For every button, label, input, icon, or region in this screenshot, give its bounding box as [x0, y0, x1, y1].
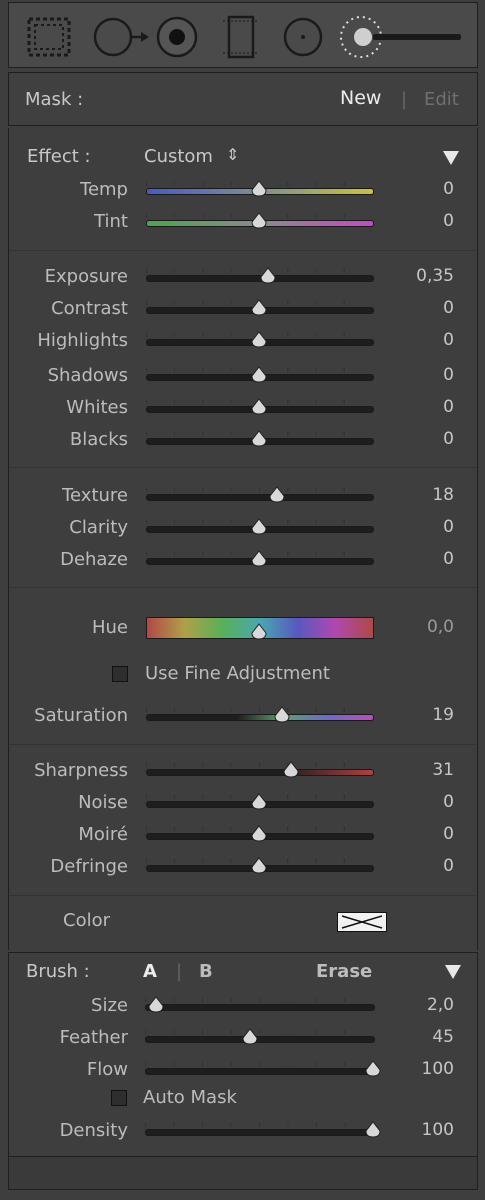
brush-collapse-icon[interactable] — [445, 965, 461, 979]
slider-label: Dehaze — [60, 549, 128, 570]
graduated-filter-icon[interactable] — [27, 15, 71, 59]
slider-label: Whites — [66, 397, 128, 418]
slider-thumb[interactable] — [250, 331, 268, 349]
slider-thumb[interactable] — [250, 398, 268, 416]
slider-thumb[interactable] — [250, 825, 268, 843]
fine-adjustment-checkbox[interactable] — [112, 666, 128, 682]
brush-erase-button[interactable]: Erase — [316, 961, 372, 982]
color-swatch[interactable] — [337, 912, 387, 932]
slider-thumb[interactable] — [250, 212, 268, 230]
slider-ticks — [146, 763, 372, 767]
slider-thumb[interactable] — [282, 761, 300, 779]
slider-label: Blacks — [69, 429, 128, 450]
mask-edit-button[interactable]: Edit — [424, 89, 459, 110]
local-adjustment-panel: Mask : New | Edit Effect : Custom ⇕ Temp… — [0, 0, 485, 1200]
divider — [10, 744, 476, 745]
slider-value[interactable]: 0 — [384, 211, 454, 231]
slider-value[interactable]: 0 — [384, 549, 454, 569]
slider-track[interactable] — [146, 494, 374, 501]
slider-label: Temp — [80, 179, 128, 200]
divider — [10, 467, 476, 468]
slider-label: Contrast — [51, 298, 128, 319]
slider-label: Exposure — [44, 266, 128, 287]
brush-a-button[interactable]: A — [143, 961, 157, 982]
slider-value[interactable]: 0 — [384, 298, 454, 318]
slider-ticks — [146, 488, 372, 492]
mask-bar: Mask : New | Edit — [8, 72, 478, 126]
slider-value[interactable]: 0 — [384, 824, 454, 844]
spot-removal-icon[interactable] — [93, 15, 149, 59]
slider-label: Defringe — [50, 856, 128, 877]
slider-thumb[interactable] — [250, 550, 268, 568]
divider — [10, 895, 476, 896]
crop-icon[interactable] — [219, 15, 263, 59]
slider-thumb[interactable] — [250, 299, 268, 317]
divider — [10, 587, 476, 588]
mask-new-button[interactable]: New — [340, 87, 381, 109]
slider-label: Noise — [78, 792, 128, 813]
auto-mask-label: Auto Mask — [143, 1087, 237, 1108]
hue-label: Hue — [91, 617, 128, 638]
effect-label: Effect : — [27, 146, 91, 167]
slider-thumb[interactable] — [250, 430, 268, 448]
effect-spinner-icon[interactable]: ⇕ — [226, 145, 239, 164]
slider-value[interactable]: 0,35 — [384, 266, 454, 286]
divider — [10, 250, 476, 251]
slider-value[interactable]: 19 — [384, 705, 454, 725]
brush-b-button[interactable]: B — [199, 961, 213, 982]
slider-value[interactable]: 0 — [384, 179, 454, 199]
slider-value[interactable]: 0 — [384, 792, 454, 812]
slider-value[interactable]: 0 — [384, 517, 454, 537]
slider-label: Moiré — [78, 824, 128, 845]
slider-thumb[interactable] — [259, 267, 277, 285]
mask-label: Mask : — [25, 89, 84, 110]
brush-divider: | — [176, 961, 183, 982]
slider-value[interactable]: 0 — [384, 330, 454, 350]
brush-label: Brush : — [26, 961, 90, 982]
slider-track[interactable] — [146, 769, 374, 776]
hue-thumb[interactable] — [250, 623, 268, 641]
slider-thumb[interactable] — [273, 706, 291, 724]
slider-label: Texture — [62, 485, 128, 506]
slider-ticks — [146, 708, 372, 712]
radial-filter-icon[interactable] — [281, 15, 325, 59]
red-eye-icon[interactable] — [155, 15, 199, 59]
effect-collapse-icon[interactable] — [443, 151, 459, 165]
slider-thumb[interactable] — [250, 793, 268, 811]
slider-thumb[interactable] — [250, 366, 268, 384]
slider-value[interactable]: 31 — [384, 760, 454, 780]
slider-value[interactable]: 0 — [384, 856, 454, 876]
brush-section — [8, 952, 478, 1156]
slider-value[interactable]: 18 — [384, 485, 454, 505]
color-label: Color — [63, 910, 110, 931]
slider-thumb[interactable] — [268, 486, 286, 504]
slider-label: Tint — [94, 211, 128, 232]
slider-thumb[interactable] — [250, 857, 268, 875]
slider-label: Sharpness — [34, 760, 128, 781]
slider-value[interactable]: 0 — [384, 429, 454, 449]
slider-track[interactable] — [146, 714, 374, 721]
auto-mask-checkbox[interactable] — [111, 1090, 127, 1106]
slider-label: Clarity — [69, 517, 128, 538]
adjustment-brush-icon[interactable] — [339, 15, 465, 59]
slider-value[interactable]: 0 — [384, 397, 454, 417]
slider-label: Shadows — [47, 365, 128, 386]
slider-label: Highlights — [37, 330, 128, 351]
slider-thumb[interactable] — [250, 180, 268, 198]
slider-thumb[interactable] — [250, 518, 268, 536]
slider-value[interactable]: 0 — [384, 365, 454, 385]
slider-label: Saturation — [34, 705, 128, 726]
tool-strip — [8, 2, 478, 68]
hue-value[interactable]: 0,0 — [384, 617, 454, 637]
fine-adjustment-label: Use Fine Adjustment — [145, 663, 330, 684]
mask-divider: | — [401, 89, 408, 110]
effect-preset-select[interactable]: Custom — [144, 146, 213, 167]
panel-footer — [8, 1156, 478, 1190]
